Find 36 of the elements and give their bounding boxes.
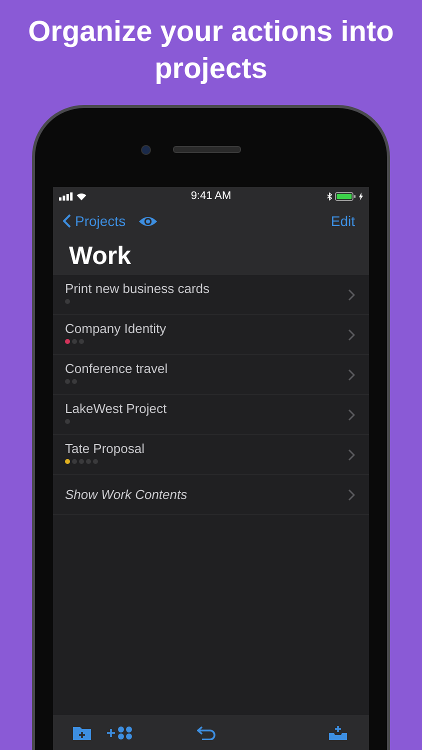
project-row[interactable]: Conference travel	[53, 355, 369, 395]
chevron-icon	[348, 328, 355, 340]
chevron-icon	[348, 488, 355, 500]
project-row[interactable]: Print new business cards	[53, 275, 369, 315]
page-title: Work	[68, 241, 132, 272]
project-row[interactable]: Tate Proposal	[53, 435, 369, 475]
project-name: Tate Proposal	[65, 441, 146, 456]
status-time: 9:41 AM	[190, 190, 232, 202]
bluetooth-icon	[326, 192, 332, 200]
back-chevron-icon	[63, 214, 71, 228]
undo-icon[interactable]	[197, 726, 217, 740]
show-contents-row[interactable]: Show Work Contents	[53, 475, 369, 515]
charging-icon	[358, 192, 363, 200]
eye-icon[interactable]	[138, 214, 158, 228]
add-grid-icon[interactable]	[107, 726, 133, 740]
inbox-icon[interactable]	[329, 726, 347, 740]
chevron-icon	[348, 448, 355, 460]
link-label: Show Work Contents	[65, 487, 188, 502]
project-name: Company Identity	[65, 321, 168, 336]
project-row[interactable]: Company Identity	[53, 315, 369, 355]
project-name: Conference travel	[65, 361, 169, 376]
battery-icon	[334, 192, 356, 200]
wifi-icon	[76, 192, 87, 200]
chevron-icon	[348, 288, 355, 300]
camera-icon	[141, 144, 151, 154]
signal-icon	[59, 192, 73, 200]
project-name: LakeWest Project	[65, 401, 168, 416]
new-folder-icon[interactable]	[73, 726, 91, 740]
project-name: Print new business cards	[65, 281, 211, 296]
project-row[interactable]: LakeWest Project	[53, 395, 369, 435]
chevron-icon	[348, 368, 355, 380]
back-button[interactable]: Projects	[63, 213, 126, 229]
chevron-icon	[348, 408, 355, 420]
speaker-icon	[173, 146, 241, 153]
headline: Organize your actions into projects	[27, 15, 395, 87]
edit-button[interactable]: Edit	[330, 213, 355, 229]
